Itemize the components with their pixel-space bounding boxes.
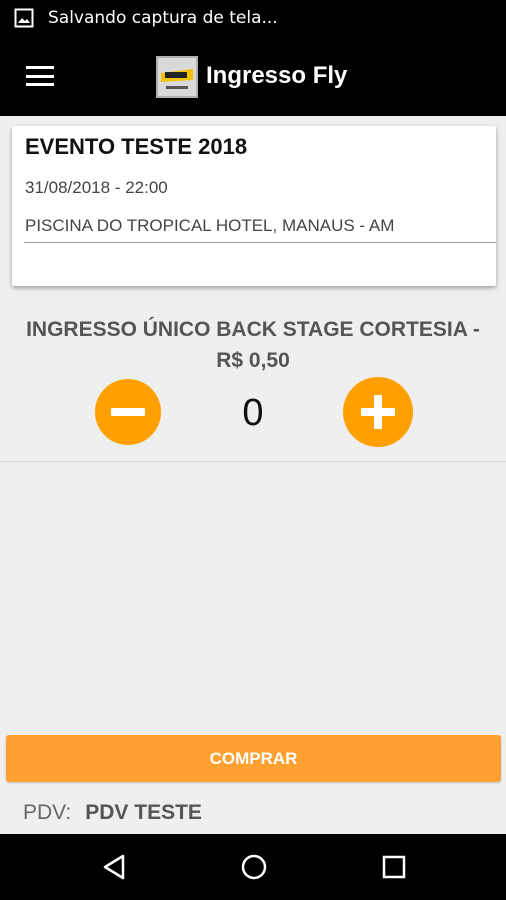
- app-logo-icon: [156, 56, 198, 98]
- pdv-value: PDV TESTE: [85, 801, 202, 824]
- event-card-divider: [24, 242, 496, 243]
- ticket-name-line1: INGRESSO ÚNICO BACK STAGE CORTESIA -: [26, 318, 480, 341]
- system-nav-bar: [0, 834, 506, 900]
- increase-quantity-button[interactable]: [343, 377, 413, 447]
- back-triangle-icon: [103, 854, 125, 880]
- menu-button[interactable]: [0, 36, 80, 116]
- home-circle-icon: [241, 854, 267, 880]
- hamburger-menu-icon: [26, 66, 54, 86]
- minus-icon: [111, 408, 145, 416]
- app-bar: Ingresso Fly: [0, 36, 506, 116]
- buy-button[interactable]: COMPRAR: [6, 735, 501, 782]
- pdv-label: PDV:: [23, 801, 72, 824]
- event-card[interactable]: EVENTO TESTE 2018 31/08/2018 - 22:00 PIS…: [12, 126, 496, 286]
- ticket-price: R$ 0,50: [216, 349, 290, 372]
- status-bar: Salvando captura de tela...: [0, 0, 506, 36]
- event-date: 31/08/2018 - 22:00: [25, 178, 168, 197]
- back-button[interactable]: [74, 834, 154, 900]
- event-location: PISCINA DO TROPICAL HOTEL, MANAUS - AM: [25, 216, 395, 235]
- section-divider: [0, 461, 506, 462]
- image-icon: [14, 8, 34, 28]
- event-title: EVENTO TESTE 2018: [25, 134, 248, 159]
- recent-apps-square-icon: [382, 855, 406, 879]
- pdv-row: PDV: PDV TESTE: [23, 798, 202, 828]
- app-title: Ingresso Fly: [206, 62, 348, 89]
- quantity-value: 0: [242, 392, 264, 434]
- ticket-name: INGRESSO ÚNICO BACK STAGE CORTESIA - R$ …: [0, 314, 506, 376]
- status-notification-text: Salvando captura de tela...: [48, 8, 278, 28]
- plus-icon: [361, 395, 395, 429]
- recent-apps-button[interactable]: [354, 834, 434, 900]
- home-button[interactable]: [214, 834, 294, 900]
- decrease-quantity-button[interactable]: [95, 379, 161, 445]
